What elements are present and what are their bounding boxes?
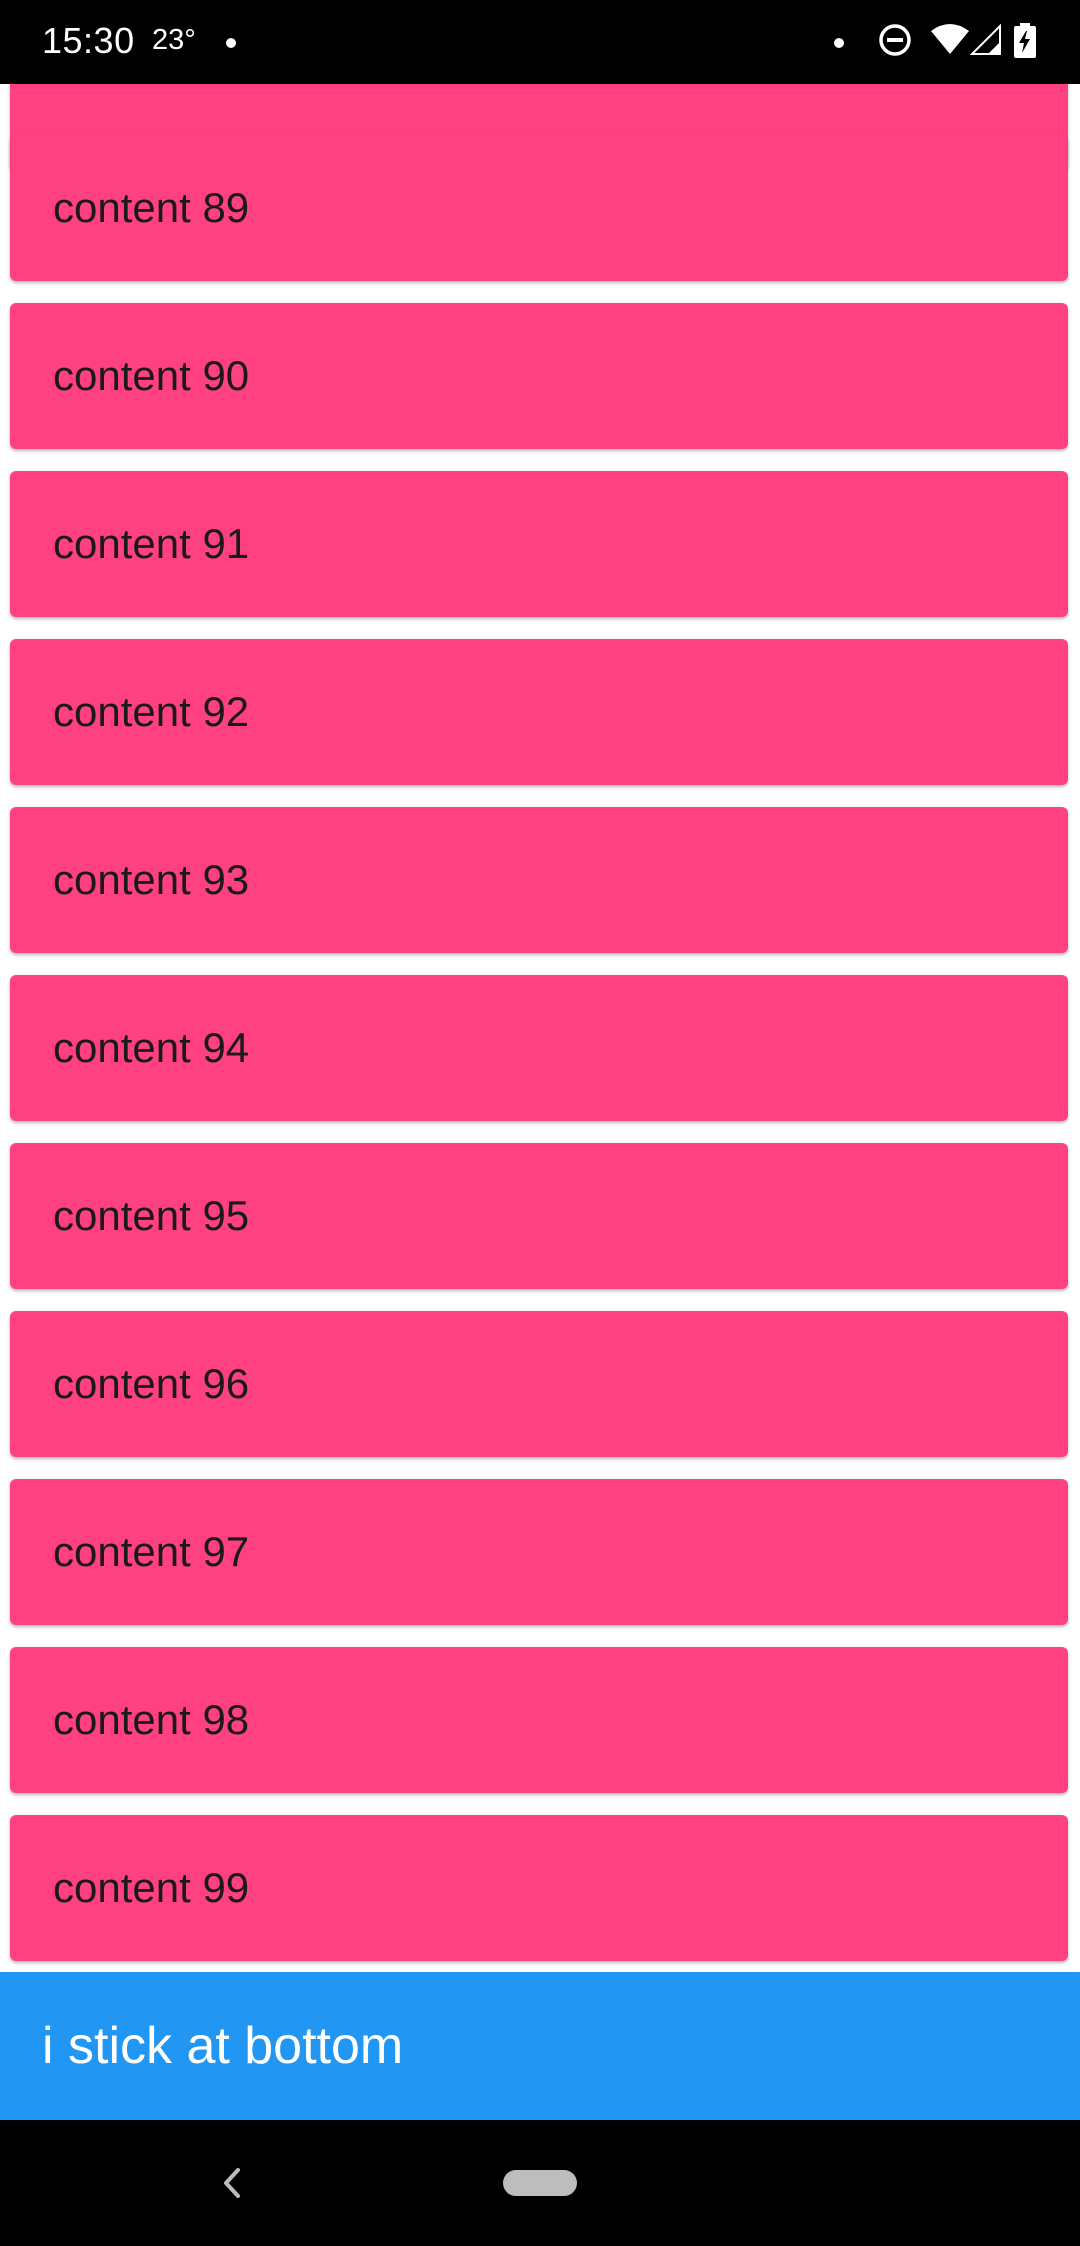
list-item[interactable]: content 92 <box>10 639 1068 785</box>
list-item-label: content 99 <box>53 1864 250 1911</box>
list-item-label: content 91 <box>53 520 250 567</box>
list-item-label: content 97 <box>53 1528 250 1575</box>
list-item[interactable]: content 91 <box>10 471 1068 617</box>
sticky-bottom-bar[interactable]: i stick at bottom <box>0 1972 1080 2120</box>
list-item[interactable]: content 90 <box>10 303 1068 449</box>
list-item-label: content 95 <box>53 1192 250 1239</box>
do-not-disturb-icon <box>877 22 913 63</box>
cell-signal-icon <box>969 22 1002 61</box>
list-item-label: content 93 <box>53 856 250 903</box>
bottom-bar-label: i stick at bottom <box>42 2017 404 2075</box>
list-item-label: content 92 <box>53 688 250 735</box>
list-item[interactable]: content 97 <box>10 1479 1068 1625</box>
list-item[interactable]: content 99 <box>10 1815 1068 1961</box>
list-item-label: content 96 <box>53 1360 250 1407</box>
status-dot-icon <box>834 38 844 48</box>
list-item[interactable]: content 96 <box>10 1311 1068 1457</box>
list-item[interactable]: content 95 <box>10 1143 1068 1289</box>
navigation-bar <box>0 2120 1080 2246</box>
status-temperature: 23° <box>152 24 196 56</box>
list-item[interactable]: content 98 <box>10 1647 1068 1793</box>
list-item-label: content 94 <box>53 1024 250 1071</box>
battery-charging-icon <box>1012 22 1038 65</box>
list-item[interactable]: content 94 <box>10 975 1068 1121</box>
list-item-label: content 89 <box>53 184 250 231</box>
notification-dot-icon <box>226 38 236 48</box>
content-list[interactable]: content 89 content 90 content 91 content… <box>0 84 1080 1972</box>
list-item[interactable]: content 93 <box>10 807 1068 953</box>
home-pill-icon[interactable] <box>503 2170 577 2196</box>
wifi-icon <box>930 22 970 61</box>
list-item-label: content 98 <box>53 1696 250 1743</box>
status-bar: 15:30 23° <box>0 0 1080 84</box>
list-item[interactable]: content 89 <box>10 135 1068 281</box>
status-time: 15:30 <box>42 20 135 61</box>
list-item-label: content 90 <box>53 352 250 399</box>
back-icon[interactable] <box>220 2166 244 2205</box>
